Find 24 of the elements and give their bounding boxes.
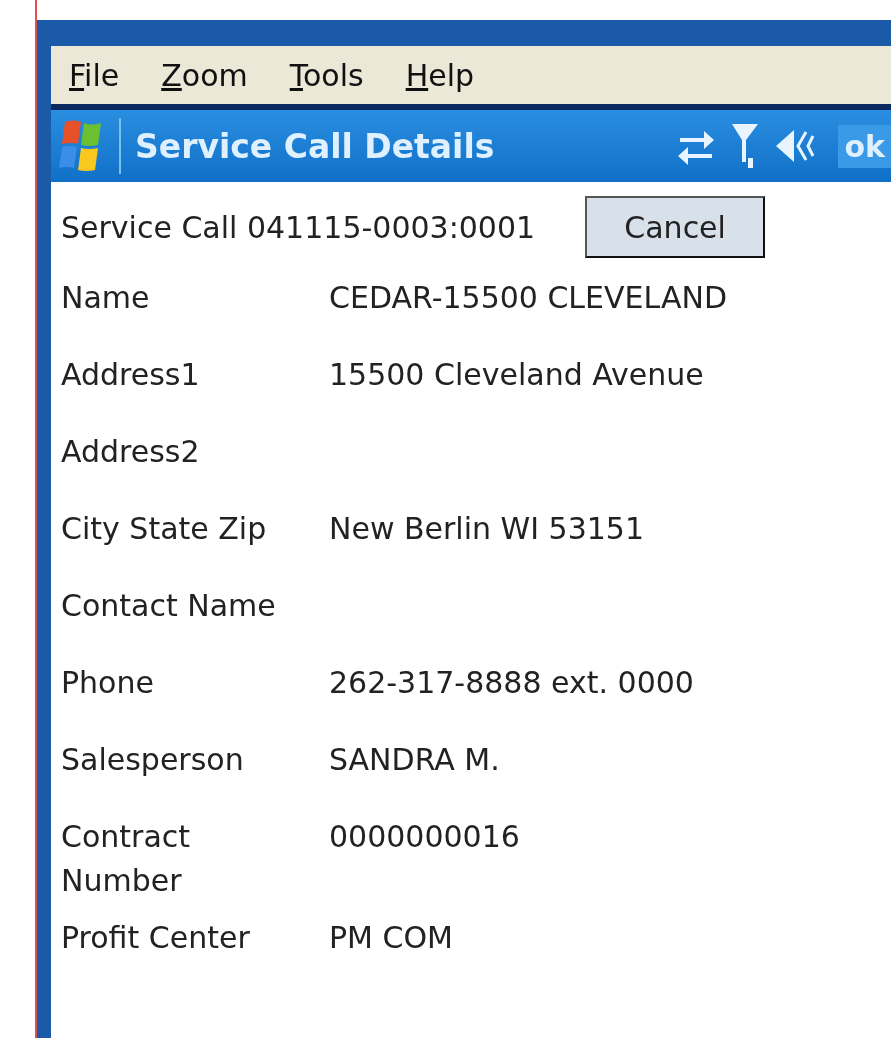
field-label: Address1 — [61, 356, 201, 394]
field-label: Name — [61, 279, 151, 317]
antenna-icon[interactable] — [730, 122, 761, 170]
field-label: Profit Center — [61, 919, 251, 957]
window-title: Service Call Details — [135, 126, 496, 166]
field-value: PM COM — [329, 919, 454, 957]
field-value: 15500 Cleveland Avenue — [329, 356, 705, 394]
field-label: Salesperson — [61, 741, 245, 779]
field-label: Contract Number — [61, 818, 192, 900]
field-value: New Berlin WI 53151 — [329, 510, 646, 548]
field-value: 0000000016 — [329, 818, 521, 856]
field-value: CEDAR-15500 CLEVELAND — [329, 279, 728, 317]
service-call-number: Service Call 041115-0003:0001 — [61, 209, 536, 245]
menu-item[interactable]: Zoom — [161, 57, 248, 93]
field-label: Phone — [61, 664, 155, 702]
field-label: Address2 — [61, 433, 201, 471]
menu-item[interactable]: Tools — [289, 57, 364, 93]
menu-item[interactable]: Help — [405, 57, 475, 93]
cancel-button[interactable]: Cancel — [585, 196, 766, 258]
field-label: Contact Name — [61, 587, 277, 625]
field-value: SANDRA M. — [329, 741, 501, 779]
field-label: City State Zip — [61, 510, 268, 548]
field-value: 262-317-8888 ext. 0000 — [329, 664, 695, 702]
menu-item[interactable]: File — [69, 57, 120, 93]
